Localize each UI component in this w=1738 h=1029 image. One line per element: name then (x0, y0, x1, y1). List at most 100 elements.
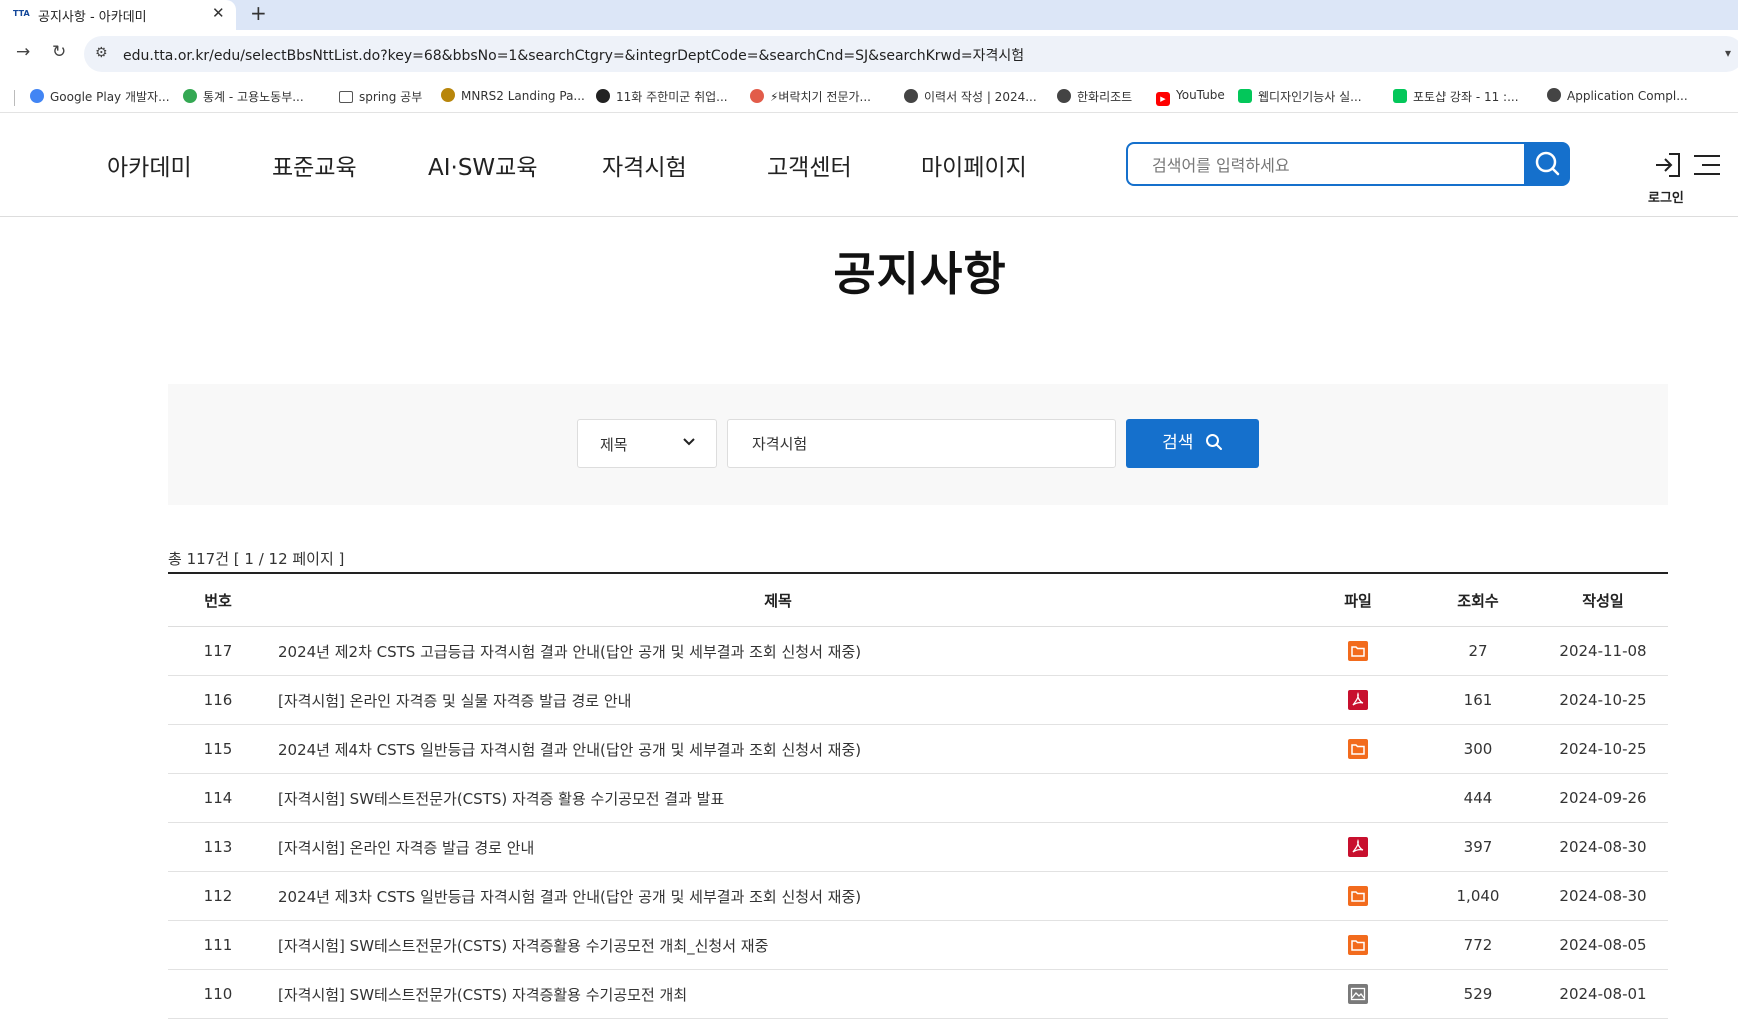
row-title-link[interactable]: [자격시험] 온라인 자격증 발급 경로 안내 (278, 823, 1278, 871)
page-title: 공지사항 (833, 247, 1007, 301)
row-date: 2024-08-30 (1559, 887, 1647, 905)
nav-item-ai-sw-education[interactable]: AI·SW교육 (428, 148, 538, 182)
row-title-link[interactable]: 2024년 제3차 CSTS 일반등급 자격시험 결과 안내(답안 공개 및 세… (278, 872, 1278, 920)
row-date: 2024-08-30 (1559, 838, 1647, 856)
nav-item-mypage[interactable]: 마이페이지 (921, 148, 1027, 182)
board-search-button[interactable]: 검색 (1126, 419, 1259, 468)
chevron-down-icon[interactable]: ▾ (1725, 46, 1731, 60)
login-label[interactable]: 로그인 (1648, 187, 1684, 206)
row-number: 116 (203, 691, 233, 709)
keyword-input[interactable] (750, 420, 1094, 467)
bookmark-item[interactable]: 통계 - 고용노동부... (183, 88, 304, 106)
pdf-icon[interactable] (1348, 690, 1368, 710)
bookmark-label: 11화 주한미군 취업... (616, 90, 728, 104)
url-text[interactable]: edu.tta.or.kr/edu/selectBbsNttList.do?ke… (123, 45, 1024, 65)
bookmark-item[interactable]: Google Play 개발자... (30, 88, 170, 106)
row-number: 112 (203, 887, 233, 905)
google-icon (30, 89, 44, 103)
table-row[interactable]: 110 [자격시험] SW테스트전문가(CSTS) 자격증활용 수기공모전 개최 5… (168, 970, 1668, 1019)
row-number: 113 (203, 838, 233, 856)
row-views: 161 (1463, 691, 1493, 709)
bookmark-item[interactable]: spring 공부 (339, 88, 422, 106)
row-date: 2024-09-26 (1559, 789, 1647, 807)
folder-icon[interactable] (1348, 935, 1368, 955)
row-number: 114 (203, 789, 233, 807)
nav-item-customer-center[interactable]: 고객센터 (767, 148, 852, 182)
col-header-title: 제목 (764, 591, 792, 610)
blog-icon (1393, 89, 1407, 103)
search-icon (1205, 434, 1222, 450)
board-search-button-label: 검색 (1162, 433, 1194, 453)
tta-favicon-icon: TTA (13, 9, 30, 18)
row-title-link[interactable]: [자격시험] 온라인 자격증 및 실물 자격증 발급 경로 안내 (278, 676, 1278, 724)
search-field-select-value: 제목 (600, 436, 628, 454)
pdf-icon[interactable] (1348, 837, 1368, 857)
header-search-button[interactable] (1524, 142, 1570, 186)
site-info-icon[interactable]: ⚙ (95, 45, 108, 61)
header-search-input[interactable] (1150, 144, 1514, 186)
tab-close-icon[interactable]: ✕ (212, 4, 225, 22)
bookmark-item[interactable]: MNRS2 Landing Pa... (441, 88, 585, 106)
bookmark-label: MNRS2 Landing Pa... (461, 89, 585, 103)
site-icon (596, 89, 610, 103)
new-tab-icon[interactable]: + (250, 1, 267, 25)
bookmark-item[interactable]: 11화 주한미군 취업... (596, 88, 728, 106)
table-row[interactable]: 111 [자격시험] SW테스트전문가(CSTS) 자격증활용 수기공모전 개최_… (168, 921, 1668, 970)
browser-tab-active[interactable]: TTA 공지사항 - 아카데미 ✕ (0, 0, 236, 30)
youtube-icon: ▶ (1156, 92, 1170, 106)
row-title-link[interactable]: [자격시험] SW테스트전문가(CSTS) 자격증 활용 수기공모전 결과 발표 (278, 774, 1278, 822)
bookmark-item[interactable]: ▶ YouTube (1156, 88, 1225, 106)
globe-icon (1547, 88, 1561, 102)
bookmark-item[interactable]: 한화리조트 (1057, 88, 1132, 106)
row-title-link[interactable]: 2024년 제4차 CSTS 일반등급 자격시험 결과 안내(답안 공개 및 세… (278, 725, 1278, 773)
result-count: 총 117건 [ 1 / 12 페이지 ] (168, 550, 345, 568)
row-file (1318, 872, 1398, 920)
table-row[interactable]: 114 [자격시험] SW테스트전문가(CSTS) 자격증 활용 수기공모전 결과… (168, 774, 1668, 823)
row-file (1318, 970, 1398, 1018)
folder-icon (339, 91, 353, 103)
play-icon (183, 89, 197, 103)
site-icon (441, 88, 455, 102)
header-search-box (1126, 142, 1526, 186)
bookmark-item[interactable]: 포토샵 강좌 - 11 :... (1393, 88, 1519, 106)
col-header-file: 파일 (1344, 591, 1372, 610)
bookmark-separator (14, 90, 15, 106)
search-field-select[interactable]: 제목 (577, 419, 717, 468)
table-row[interactable]: 115 2024년 제4차 CSTS 일반등급 자격시험 결과 안내(답안 공개 … (168, 725, 1668, 774)
search-icon (1535, 151, 1560, 176)
row-date: 2024-11-08 (1559, 642, 1647, 660)
table-row[interactable]: 112 2024년 제3차 CSTS 일반등급 자격시험 결과 안내(답안 공개 … (168, 872, 1668, 921)
bookmark-item[interactable]: 이력서 작성 | 2024... (904, 88, 1037, 106)
table-row[interactable]: 113 [자격시험] 온라인 자격증 발급 경로 안내 397 2024-08-30 (168, 823, 1668, 872)
folder-icon[interactable] (1348, 739, 1368, 759)
row-title-link[interactable]: [자격시험] SW테스트전문가(CSTS) 자격증활용 수기공모전 개최_신청서… (278, 921, 1278, 969)
hamburger-menu-icon[interactable] (1694, 153, 1720, 177)
nav-item-academy[interactable]: 아카데미 (107, 148, 192, 182)
bookmark-item[interactable]: ⚡벼락치기 전문가... (750, 88, 871, 106)
nav-item-certification-exam[interactable]: 자격시험 (602, 148, 687, 182)
bookmark-label: Application Compl... (1567, 89, 1688, 103)
row-number: 110 (203, 985, 233, 1003)
blog-icon (1238, 89, 1252, 103)
image-icon[interactable] (1348, 984, 1368, 1004)
col-header-views: 조회수 (1457, 591, 1499, 610)
globe-icon (1057, 89, 1071, 103)
bookmark-item[interactable]: 웹디자인기능사 실... (1238, 88, 1362, 106)
back-arrow-icon[interactable]: → (16, 42, 30, 62)
tab-title: 공지사항 - 아카데미 (38, 10, 147, 25)
bookmark-label: ⚡벼락치기 전문가... (770, 90, 871, 104)
bookmark-label: spring 공부 (359, 90, 423, 104)
folder-icon[interactable] (1348, 641, 1368, 661)
bookmark-item[interactable]: Application Compl... (1547, 88, 1688, 106)
nav-item-standard-education[interactable]: 표준교육 (272, 148, 357, 182)
row-title-link[interactable]: [자격시험] SW테스트전문가(CSTS) 자격증활용 수기공모전 개최 (278, 970, 1278, 1018)
row-views: 397 (1463, 838, 1493, 856)
row-title-link[interactable]: 2024년 제2차 CSTS 고급등급 자격시험 결과 안내(답안 공개 및 세… (278, 627, 1278, 675)
login-button[interactable] (1642, 152, 1694, 182)
notice-table: 번호 제목 파일 조회수 작성일 117 2024년 제2차 CSTS 고급등급 … (168, 572, 1668, 1019)
reload-icon[interactable]: ↻ (52, 42, 66, 62)
folder-icon[interactable] (1348, 886, 1368, 906)
table-row[interactable]: 117 2024년 제2차 CSTS 고급등급 자격시험 결과 안내(답안 공개 … (168, 627, 1668, 676)
table-row[interactable]: 116 [자격시험] 온라인 자격증 및 실물 자격증 발급 경로 안내 161 20… (168, 676, 1668, 725)
row-views: 529 (1463, 985, 1493, 1003)
